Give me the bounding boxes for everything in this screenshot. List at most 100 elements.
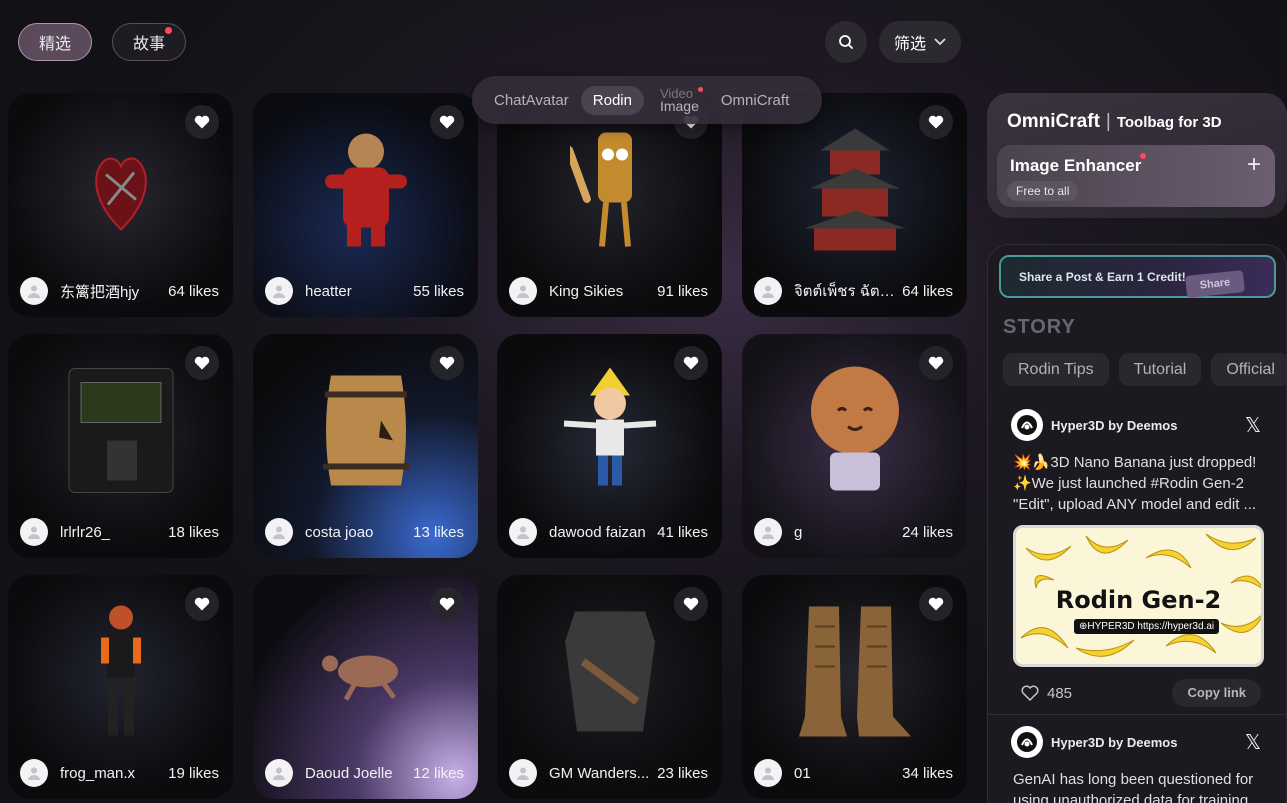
tab-stories-label: 故事: [132, 36, 165, 53]
heart-icon: [194, 597, 210, 611]
model-card[interactable]: costa joao 13 likes: [253, 334, 478, 558]
model-card[interactable]: frog_man.x 19 likes: [8, 575, 233, 799]
like-count: 24 likes: [902, 523, 953, 541]
tab-featured[interactable]: 精选: [18, 23, 92, 61]
model-card[interactable]: dawood faizan 41 likes: [497, 334, 722, 558]
story-post[interactable]: Hyper3D by Deemos 𝕏 💥🍌3D Nano Banana jus…: [999, 408, 1286, 707]
post-author: Hyper3D by Deemos: [1051, 417, 1178, 433]
tab-chatavatar[interactable]: ChatAvatar: [482, 86, 581, 115]
username[interactable]: g: [794, 524, 898, 541]
avatar[interactable]: [265, 759, 293, 787]
avatar[interactable]: [509, 759, 537, 787]
post-image-title: Rodin Gen-2: [1055, 586, 1222, 614]
like-button[interactable]: [185, 346, 219, 380]
chinese-pagoda-icon: [800, 124, 910, 259]
image-enhancer-card[interactable]: Image Enhancer Free to all +: [997, 145, 1275, 207]
tab-omnicraft[interactable]: OmniCraft: [709, 86, 801, 115]
story-post[interactable]: Hyper3D by Deemos 𝕏 GenAI has long been …: [999, 725, 1286, 803]
omnicraft-subtitle: Toolbag for 3D: [1116, 114, 1222, 131]
post-author: Hyper3D by Deemos: [1051, 734, 1178, 750]
username[interactable]: GM Wanders...: [549, 765, 653, 782]
tab-image-label: Image: [659, 98, 699, 114]
post-line: GenAI has long been questioned for: [1013, 771, 1254, 788]
tab-rodin[interactable]: Rodin: [580, 85, 644, 115]
heart-outline-icon: [1021, 685, 1039, 701]
username[interactable]: 01: [794, 765, 898, 782]
share-post-banner[interactable]: Share a Post & Earn 1 Credit! Share: [999, 255, 1276, 298]
user-icon: [28, 526, 40, 539]
hyper3d-logo-icon: [1017, 415, 1037, 435]
username[interactable]: costa joao: [305, 524, 409, 541]
divider: [988, 714, 1286, 715]
like-button[interactable]: [185, 105, 219, 139]
bear-in-santa-suit-icon: [321, 129, 411, 254]
like-button[interactable]: [185, 587, 219, 621]
like-button[interactable]: [919, 346, 953, 380]
post-image[interactable]: Rodin Gen-2 ⊕HYPER3D https://hyper3d.ai: [1013, 525, 1264, 667]
model-card[interactable]: 东篱把酒hjy 64 likes: [8, 93, 233, 317]
search-button[interactable]: [825, 21, 867, 63]
wooden-barrel-icon: [321, 365, 411, 500]
like-button[interactable]: [674, 587, 708, 621]
story-tab-tutorial[interactable]: Tutorial: [1118, 353, 1202, 386]
model-card[interactable]: lrlrlr26_ 18 likes: [8, 334, 233, 558]
heart-icon: [194, 115, 210, 129]
tab-video-image[interactable]: Video Image: [650, 83, 709, 117]
filter-label: 筛选: [893, 36, 926, 53]
category-tabs: ChatAvatar Rodin Video Image OmniCraft: [472, 76, 822, 124]
avatar[interactable]: [265, 277, 293, 305]
heart-icon: [439, 356, 455, 370]
username[interactable]: heatter: [305, 283, 409, 300]
avatar[interactable]: [265, 518, 293, 546]
username[interactable]: Daoud Joelle: [305, 765, 409, 782]
free-badge: Free to all: [1007, 181, 1079, 201]
like-button[interactable]: [430, 587, 464, 621]
x-logo-icon[interactable]: 𝕏: [1245, 413, 1261, 438]
like-count: 64 likes: [168, 282, 219, 300]
omnicraft-panel: OmniCraft | Toolbag for 3D Image Enhancer …: [987, 93, 1287, 218]
username[interactable]: จิตต์เพ็ชร ฉัตร...: [794, 279, 898, 303]
avatar[interactable]: [20, 759, 48, 787]
sea-turtle-icon: [316, 641, 416, 706]
username[interactable]: King Sikies: [549, 283, 653, 300]
filter-button[interactable]: 筛选: [879, 21, 961, 63]
model-card[interactable]: 01 34 likes: [742, 575, 967, 799]
post-like-button[interactable]: 485: [1021, 685, 1172, 702]
copy-link-button[interactable]: Copy link: [1172, 679, 1261, 707]
avatar[interactable]: [509, 518, 537, 546]
model-card[interactable]: Daoud Joelle 12 likes: [253, 575, 478, 799]
x-logo-icon[interactable]: 𝕏: [1245, 730, 1261, 755]
like-button[interactable]: [919, 587, 953, 621]
like-button[interactable]: [430, 105, 464, 139]
cookie-character-icon: [800, 360, 910, 505]
like-button[interactable]: [919, 105, 953, 139]
like-count: 91 likes: [657, 282, 708, 300]
avatar[interactable]: [20, 518, 48, 546]
avatar[interactable]: [20, 277, 48, 305]
story-tab-rodin-tips[interactable]: Rodin Tips: [1003, 353, 1109, 386]
username[interactable]: dawood faizan: [549, 524, 653, 541]
user-icon: [762, 285, 774, 298]
username[interactable]: lrlrlr26_: [60, 524, 164, 541]
avatar[interactable]: [509, 277, 537, 305]
like-button[interactable]: [674, 346, 708, 380]
retro-terminal-icon: [61, 360, 181, 505]
leather-boots-icon: [795, 596, 915, 751]
model-card[interactable]: จิตต์เพ็ชร ฉัตร... 64 likes: [742, 93, 967, 317]
like-button[interactable]: [430, 346, 464, 380]
avatar[interactable]: [754, 518, 782, 546]
avatar[interactable]: [754, 759, 782, 787]
heart-icon: [194, 356, 210, 370]
story-tab-official[interactable]: Official: [1211, 353, 1286, 386]
username[interactable]: frog_man.x: [60, 765, 164, 782]
model-card[interactable]: g 24 likes: [742, 334, 967, 558]
model-card[interactable]: GM Wanders... 23 likes: [497, 575, 722, 799]
model-card[interactable]: heatter 55 likes: [253, 93, 478, 317]
story-panel: Share a Post & Earn 1 Credit! Share STOR…: [987, 244, 1287, 803]
armored-figure-icon: [91, 601, 151, 746]
avatar[interactable]: [754, 277, 782, 305]
tab-stories[interactable]: 故事: [112, 23, 186, 61]
model-card[interactable]: King Sikies 91 likes: [497, 93, 722, 317]
plus-icon[interactable]: +: [1247, 151, 1261, 179]
username[interactable]: 东篱把酒hjy: [60, 281, 164, 302]
